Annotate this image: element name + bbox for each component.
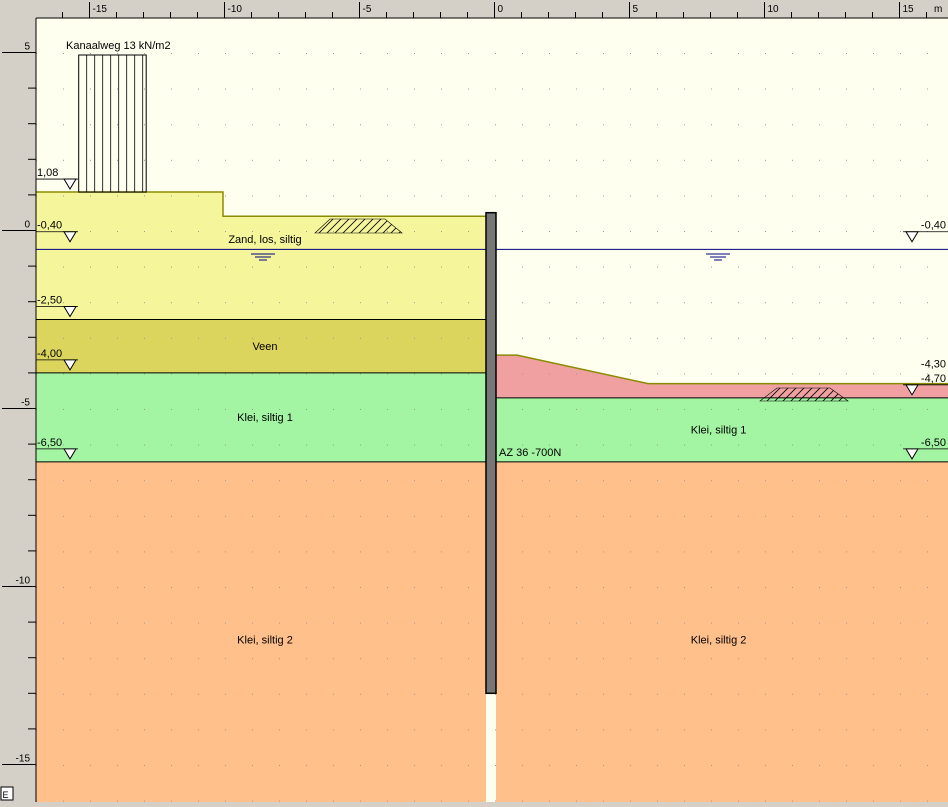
top-ruler [0, 0, 948, 18]
soil-label: Zand, los, siltig [228, 234, 301, 246]
y-tick-label: 5 [24, 42, 30, 53]
level-label-left: -0,40 [37, 220, 62, 232]
level-label-left: -4,00 [37, 348, 62, 360]
soil-label: Klei, siltig 1 [237, 412, 293, 424]
level-label-left: -6,50 [37, 437, 62, 449]
soil-label: Klei, siltig 2 [691, 634, 747, 646]
soil-label: Klei, siltig 2 [237, 634, 293, 646]
y-tick-label: -5 [21, 398, 30, 409]
sheet-pile-label: AZ 36 -700N [499, 447, 561, 459]
level-label-right: -4,30 [921, 359, 946, 371]
x-tick-label: 15 [903, 4, 915, 15]
y-tick-label: 0 [24, 220, 30, 231]
soil-label: Veen [252, 341, 277, 353]
x-tick-label: -15 [93, 4, 108, 15]
left-ruler [0, 0, 36, 802]
y-tick-label: -15 [16, 754, 31, 765]
sheet-pile [485, 211, 497, 695]
x-tick-label: 5 [633, 4, 639, 15]
level-label-right: -6,50 [921, 437, 946, 449]
corner-label: E [3, 790, 9, 800]
level-label-left: -2,50 [37, 295, 62, 307]
cross-section-svg[interactable]: Kanaalweg 13 kN/m2 AZ 36 -700N 1,08 -0,40 -2… [0, 0, 948, 802]
soil-label: Klei, siltig 1 [691, 424, 747, 436]
level-label-left: 1,08 [37, 167, 58, 179]
cross-section-drawing[interactable]: Kanaalweg 13 kN/m2 AZ 36 -700N 1,08 -0,40 -2… [0, 0, 948, 802]
x-unit-label: m [934, 4, 942, 15]
load-label: Kanaalweg 13 kN/m2 [66, 40, 171, 52]
y-tick-label: -10 [16, 576, 31, 587]
level-label-right: -0,40 [921, 220, 946, 232]
x-tick-label: 10 [768, 4, 780, 15]
x-tick-label: -10 [228, 4, 243, 15]
level-label-right: -4,70 [921, 373, 946, 385]
x-tick-label: -5 [363, 4, 372, 15]
x-tick-label: 0 [498, 4, 504, 15]
